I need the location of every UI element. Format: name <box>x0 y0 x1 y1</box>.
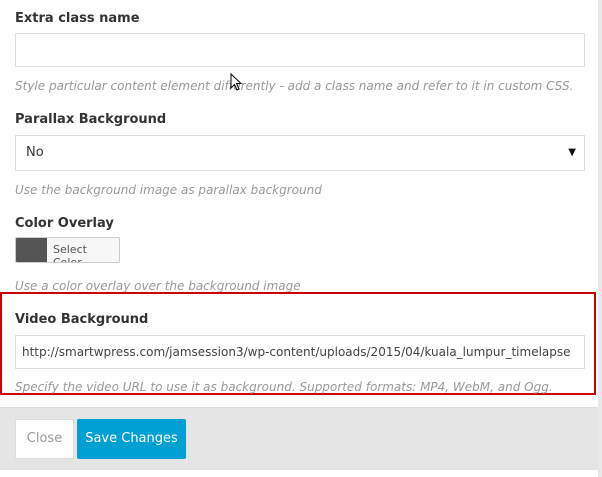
right-scroll-edge <box>598 0 602 477</box>
parallax-description: Use the background image as parallax bac… <box>15 183 322 197</box>
color-overlay-label: Color Overlay <box>15 216 114 231</box>
parallax-selected-value: No <box>26 145 44 160</box>
video-background-value: http://smartwpress.com/jamsession3/wp-co… <box>22 345 571 359</box>
select-color-label: Select Color <box>53 243 87 263</box>
video-background-description: Specify the video URL to use it as backg… <box>15 380 553 394</box>
video-background-input[interactable]: http://smartwpress.com/jamsession3/wp-co… <box>15 335 585 369</box>
select-color-button[interactable]: Select Color <box>15 237 120 263</box>
mouse-pointer-icon <box>230 73 242 91</box>
extra-class-input[interactable] <box>15 33 585 67</box>
parallax-label: Parallax Background <box>15 112 167 127</box>
save-changes-button[interactable]: Save Changes <box>77 419 186 459</box>
parallax-select[interactable]: No ▼ <box>15 135 585 171</box>
color-swatch <box>16 238 47 262</box>
video-background-label: Video Background <box>15 312 149 327</box>
close-button[interactable]: Close <box>15 419 74 459</box>
modal-footer: Close Save Changes <box>0 407 598 470</box>
caret-down-icon: ▼ <box>568 147 576 158</box>
extra-class-label: Extra class name <box>15 11 140 26</box>
color-overlay-description: Use a color overlay over the background … <box>15 279 301 293</box>
extra-class-description: Style particular content element differe… <box>15 79 574 93</box>
